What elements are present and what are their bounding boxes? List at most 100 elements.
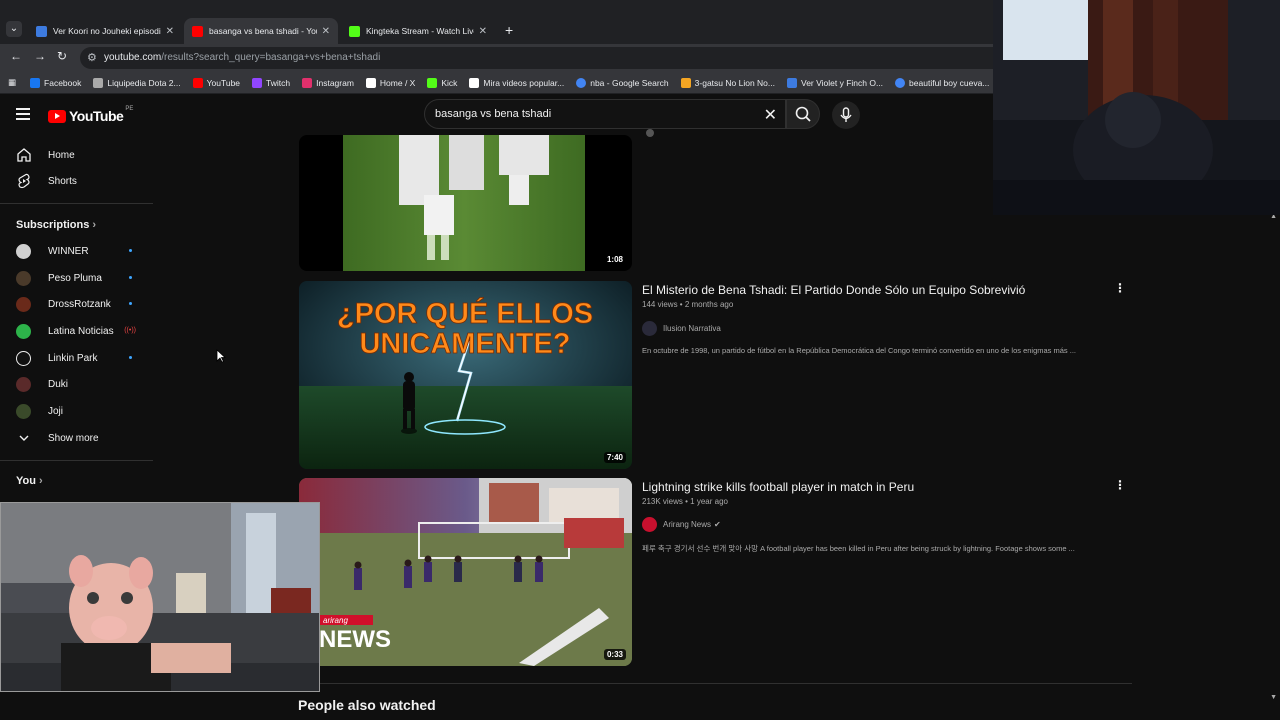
sidebar-item-home[interactable]: Home bbox=[16, 145, 140, 165]
sidebar-item-shorts[interactable]: Shorts bbox=[16, 171, 140, 191]
search-input[interactable]: basanga vs bena tshadi ✕ bbox=[424, 99, 786, 129]
video-duration: 1:08 bbox=[603, 254, 626, 265]
reload-icon[interactable]: ↻ bbox=[57, 49, 67, 63]
sidebar-item-label: Latina Noticias bbox=[48, 325, 114, 337]
search-query-text: basanga vs bena tshadi bbox=[435, 108, 552, 120]
forward-arrow-icon[interactable]: → bbox=[34, 49, 46, 63]
sidebar-item-winner[interactable]: WINNER bbox=[16, 241, 140, 261]
crunchy-icon bbox=[680, 77, 691, 88]
football-field-news-thumbnail: arirang NEWS bbox=[299, 478, 632, 666]
youtube-wordmark: YouTube bbox=[69, 108, 124, 124]
video-thumbnail[interactable]: ¿POR QUÉ ELLOS UNICAMENTE? 7:40 bbox=[299, 281, 632, 469]
twitch-icon bbox=[252, 77, 263, 88]
apps-grid-icon[interactable]: ▦ bbox=[8, 77, 16, 88]
chevron-right-icon: › bbox=[39, 475, 43, 487]
more-actions-kebab-icon[interactable]: ⋮ bbox=[1114, 478, 1126, 492]
sidebar-item-label: Linkin Park bbox=[48, 352, 98, 364]
sidebar-item-peso-pluma[interactable]: Peso Pluma bbox=[16, 268, 140, 288]
bookmark-kick[interactable]: Kick bbox=[427, 77, 457, 88]
video-title[interactable]: Lightning strike kills football player i… bbox=[642, 480, 914, 494]
tab-close-icon[interactable]: ✕ bbox=[322, 26, 330, 37]
bookmark-beautiful-boy[interactable]: beautiful boy cueva... bbox=[895, 77, 989, 88]
bookmark-youtube[interactable]: YouTube bbox=[192, 77, 240, 88]
video-description: 페루 축구 경기서 선수 번개 맞아 사망 A football player … bbox=[642, 544, 1075, 553]
sidebar-item-linkin-park[interactable]: Linkin Park bbox=[16, 348, 140, 368]
sidebar-show-more[interactable]: Show more bbox=[16, 428, 140, 448]
you-heading[interactable]: You › bbox=[16, 475, 43, 487]
video-duration: 0:33 bbox=[603, 649, 626, 660]
home-icon bbox=[17, 148, 31, 162]
search-button[interactable] bbox=[786, 99, 820, 129]
sidebar-item-label: Joji bbox=[48, 405, 64, 417]
channel-avatar bbox=[642, 517, 657, 532]
back-arrow-icon[interactable]: ← bbox=[10, 49, 22, 63]
lightning-stadium-thumbnail: ¿POR QUÉ ELLOS UNICAMENTE? bbox=[299, 281, 632, 469]
youtube-logo[interactable]: YouTube PE bbox=[48, 106, 134, 124]
sidebar-item-label: DrossRotzank bbox=[48, 298, 111, 310]
avatar bbox=[16, 270, 31, 286]
bookmark-liquipedia[interactable]: Liquipedia Dota 2... bbox=[93, 77, 181, 88]
bookmark-x[interactable]: Home / X bbox=[365, 77, 415, 88]
country-code: PE bbox=[125, 106, 134, 112]
kick-favicon-icon bbox=[349, 25, 360, 37]
bookmark-tiktok[interactable]: Mira videos popular... bbox=[469, 77, 564, 88]
subscriptions-heading[interactable]: Subscriptions › bbox=[16, 219, 96, 231]
channel-avatar[interactable] bbox=[646, 129, 654, 137]
bookmark-facebook[interactable]: Facebook bbox=[30, 77, 81, 88]
avatar bbox=[16, 376, 31, 392]
new-tab-plus-icon[interactable]: + bbox=[505, 22, 513, 38]
address-url: youtube.com/results?search_query=basanga… bbox=[104, 52, 381, 63]
avatar bbox=[16, 296, 31, 312]
menu-hamburger-icon[interactable] bbox=[16, 108, 30, 120]
webcam-room-image bbox=[993, 0, 1280, 215]
verified-check-icon: ✔ bbox=[714, 520, 721, 529]
avatar bbox=[16, 403, 31, 419]
youtube-favicon-icon bbox=[192, 25, 203, 37]
tab-youtube-search[interactable]: basanga vs bena tshadi - YouTube ✕ bbox=[184, 18, 338, 44]
channel-link[interactable]: Ilusion Narrativa bbox=[642, 321, 721, 336]
sidebar-divider bbox=[0, 460, 153, 461]
thumbnail-text-line-1: ¿POR QUÉ ELLOS bbox=[337, 296, 593, 330]
bookmark-nba-search[interactable]: nba - Google Search bbox=[576, 77, 669, 88]
microphone-icon bbox=[840, 107, 852, 122]
arirang-badge-text: arirang bbox=[323, 616, 348, 625]
video-thumbnail[interactable]: arirang NEWS 0:33 bbox=[299, 478, 632, 666]
clear-search-icon[interactable]: ✕ bbox=[764, 105, 777, 125]
new-content-dot-icon bbox=[129, 276, 132, 279]
search-icon bbox=[795, 106, 811, 122]
avatar bbox=[16, 350, 31, 366]
tab-close-icon[interactable]: ✕ bbox=[479, 26, 487, 37]
tab-title: Kingteka Stream - Watch Live o bbox=[366, 26, 474, 36]
sidebar-item-label: Home bbox=[48, 149, 75, 161]
tab-search-chevron-icon[interactable]: ⌄ bbox=[6, 21, 22, 37]
video-title[interactable]: El Misterio de Bena Tshadi: El Partido D… bbox=[642, 283, 1025, 297]
section-divider bbox=[298, 683, 1132, 684]
tab-title: basanga vs bena tshadi - YouTube bbox=[209, 26, 317, 36]
sidebar-item-label: Duki bbox=[48, 378, 69, 390]
sidebar-item-latina-noticias[interactable]: Latina Noticias ((•)) bbox=[16, 321, 140, 341]
sidebar-item-joji[interactable]: Joji bbox=[16, 401, 140, 421]
channel-name: Ilusion Narrativa bbox=[663, 324, 721, 333]
tiktok-icon bbox=[469, 77, 480, 88]
bookmark-violet-finch[interactable]: Ver Violet y Finch O... bbox=[787, 77, 883, 88]
scroll-down-icon[interactable]: ▼ bbox=[1270, 694, 1277, 701]
tab-kick-stream[interactable]: Kingteka Stream - Watch Live o ✕ bbox=[341, 18, 495, 44]
chevron-right-icon: › bbox=[92, 219, 97, 231]
instagram-icon bbox=[302, 77, 313, 88]
bookmark-instagram[interactable]: Instagram bbox=[302, 77, 354, 88]
site-info-icon[interactable]: ⚙ bbox=[87, 51, 97, 64]
more-actions-kebab-icon[interactable]: ⋮ bbox=[1114, 281, 1126, 295]
sidebar-item-duki[interactable]: Duki bbox=[16, 374, 140, 394]
video-thumbnail[interactable]: 1:08 bbox=[299, 135, 632, 271]
liquipedia-icon bbox=[93, 77, 104, 88]
channel-link[interactable]: Arirang News ✔ bbox=[642, 517, 721, 532]
tab-close-icon[interactable]: ✕ bbox=[166, 26, 174, 37]
google-icon bbox=[576, 77, 587, 88]
sidebar-item-drossrotzank[interactable]: DrossRotzank bbox=[16, 294, 140, 314]
voice-search-button[interactable] bbox=[832, 101, 860, 129]
bookmark-twitch[interactable]: Twitch bbox=[252, 77, 290, 88]
bookmark-3-gatsu[interactable]: 3-gatsu No Lion No... bbox=[680, 77, 775, 88]
tab-koori[interactable]: Ver Koori no Jouheki episodio 1 ✕ bbox=[28, 18, 182, 44]
x-icon bbox=[365, 77, 376, 88]
youtube-icon bbox=[192, 77, 203, 88]
